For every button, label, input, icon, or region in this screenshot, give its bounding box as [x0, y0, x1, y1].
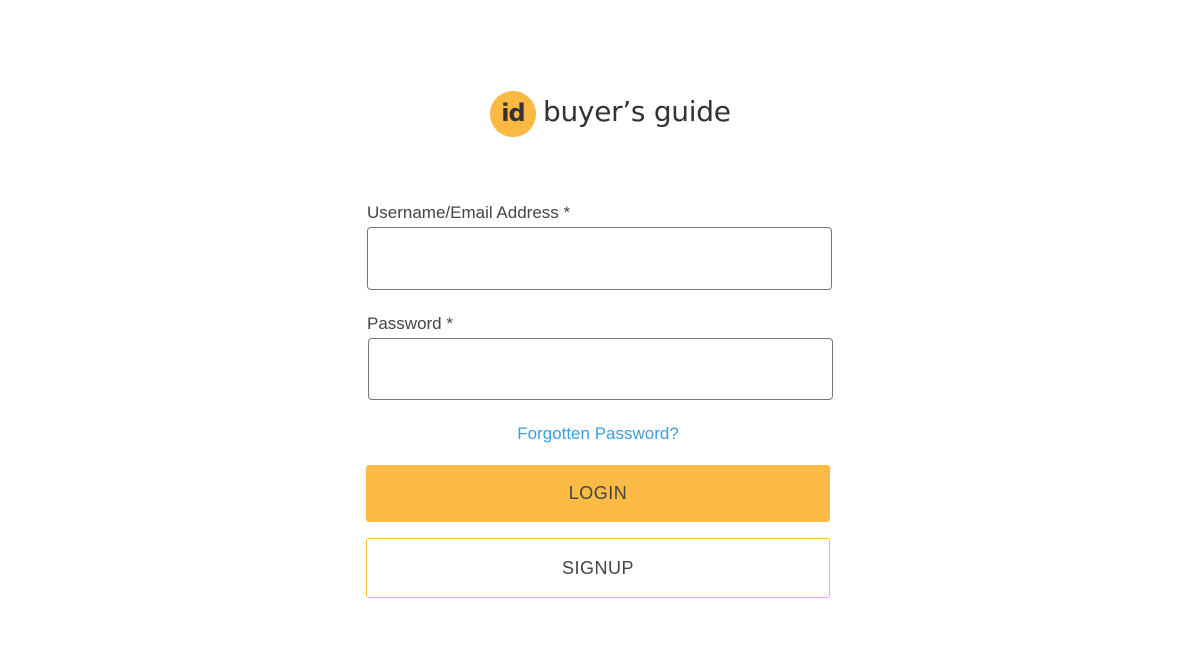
- logo-badge-icon: id: [490, 91, 536, 137]
- username-field[interactable]: [367, 227, 832, 290]
- password-field[interactable]: [368, 338, 833, 400]
- username-label: Username/Email Address *: [367, 203, 571, 222]
- logo-wordmark: buyer’s guide: [543, 95, 731, 128]
- login-button[interactable]: LOGIN: [366, 465, 830, 522]
- signup-button-label: SIGNUP: [561, 557, 634, 578]
- password-label: Password *: [367, 314, 453, 333]
- login-page: id buyer’s guide Username/Email Address …: [0, 0, 1196, 671]
- signup-button[interactable]: SIGNUP: [366, 538, 830, 598]
- brand-logo: id buyer’s guide: [490, 90, 731, 138]
- login-button-label: LOGIN: [568, 483, 628, 503]
- logo-badge-text: id: [501, 99, 525, 127]
- forgot-password-link[interactable]: Forgotten Password?: [366, 424, 830, 444]
